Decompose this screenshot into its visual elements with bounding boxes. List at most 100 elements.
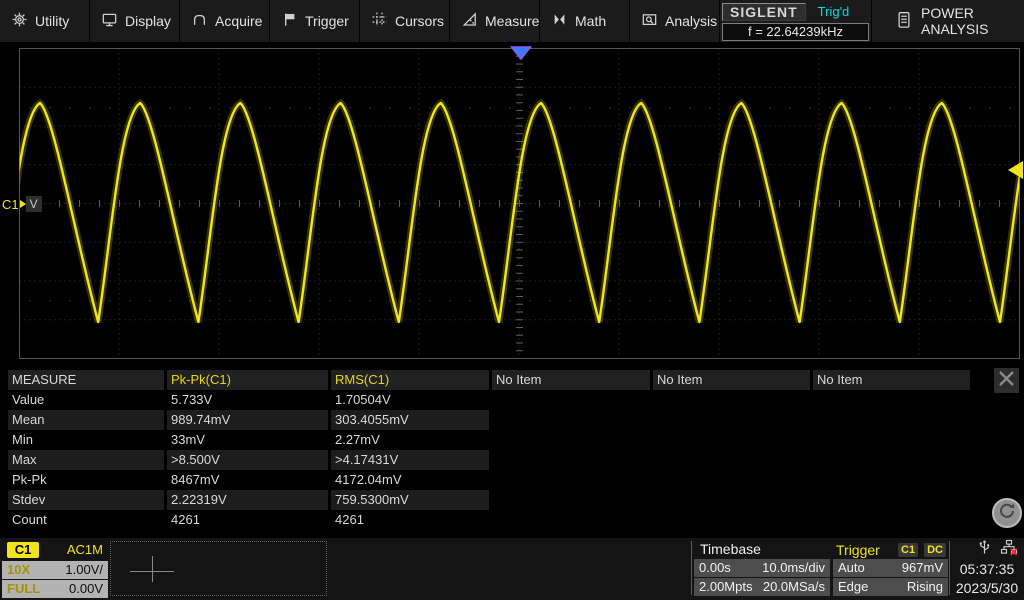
- grid-dot: [49, 300, 51, 302]
- trigger-descriptor[interactable]: Trigger C1 DC Auto 967mV Edge Rising: [833, 540, 948, 596]
- power-analysis-button[interactable]: POWER ANALYSIS: [872, 0, 1024, 42]
- bottom-bar: C1 AC1M 10X 1.00V/ FULL 0.00V Timebase 0…: [0, 538, 1024, 600]
- cell-value: 4172.04mV: [335, 472, 402, 487]
- grid-dot: [349, 107, 351, 109]
- menu-item-label: Display: [125, 13, 171, 29]
- cell-value: 759.5300mV: [331, 490, 489, 510]
- cell-value: 1.70504V: [335, 392, 391, 407]
- grid-dot: [449, 107, 451, 109]
- cursors-icon: [371, 11, 388, 31]
- measure-column-pkpk[interactable]: Pk-Pk(C1): [167, 370, 328, 390]
- refresh-icon: [997, 501, 1017, 526]
- menu-item-label: Measure: [485, 13, 540, 29]
- trigger-level-marker[interactable]: [1008, 161, 1023, 179]
- grid-dot: [909, 107, 911, 109]
- cell-value: 33mV: [171, 432, 205, 447]
- grid-dot: [409, 107, 411, 109]
- menu-item-math[interactable]: Math: [540, 0, 630, 42]
- grid-dot: [909, 300, 911, 302]
- grid-dot: [949, 300, 951, 302]
- grid-dot: [69, 107, 71, 109]
- channel-coupling: AC1M: [66, 542, 103, 557]
- measure-corner-label: MEASURE: [8, 370, 164, 390]
- grid-dot: [629, 300, 631, 302]
- measure-column-empty-2[interactable]: No Item: [653, 370, 810, 390]
- menu-item-trigger[interactable]: Trigger: [270, 0, 360, 42]
- grid-dot: [629, 107, 631, 109]
- grid-dot: [129, 107, 131, 109]
- flag-icon: [281, 11, 298, 31]
- row-label: Stdev: [8, 490, 164, 510]
- row-label: Count: [12, 512, 47, 527]
- grid-dot: [929, 300, 931, 302]
- trigger-position-marker[interactable]: [509, 46, 533, 61]
- reset-statistics-button[interactable]: [992, 498, 1022, 528]
- measure-close-button[interactable]: [994, 368, 1019, 393]
- table-row-count: Count 4261 4261: [8, 510, 970, 530]
- menu-item-utility[interactable]: Utility: [0, 0, 90, 42]
- grid-dot: [109, 300, 111, 302]
- menu-item-measure[interactable]: Measure: [450, 0, 540, 42]
- menu-item-acquire[interactable]: Acquire: [180, 0, 270, 42]
- grid-dot: [349, 300, 351, 302]
- grid-dot: [589, 107, 591, 109]
- grid-dot: [149, 300, 151, 302]
- add-channel-area[interactable]: [110, 541, 327, 596]
- volts-per-div: 1.00V/: [65, 562, 103, 577]
- grid-dot: [469, 300, 471, 302]
- channel-1-descriptor[interactable]: C1 AC1M 10X 1.00V/ FULL 0.00V: [2, 540, 108, 598]
- grid-dot: [989, 107, 991, 109]
- memory-depth: 2.00Mpts: [699, 579, 753, 594]
- document-icon: [896, 11, 912, 32]
- channel-marker-c1[interactable]: C1 V: [2, 194, 42, 214]
- grid-dot: [729, 107, 731, 109]
- channel-1-chip[interactable]: C1: [7, 541, 39, 558]
- grid-dot: [709, 300, 711, 302]
- channel-marker-label: C1: [2, 196, 19, 212]
- measure-column-empty-1[interactable]: No Item: [492, 370, 650, 390]
- grid-dot: [1009, 300, 1011, 302]
- siglent-logo: SIGLENT: [722, 2, 806, 21]
- trigger-mode: Auto: [838, 560, 865, 575]
- grid-dot: [829, 300, 831, 302]
- usb-icon: [977, 539, 992, 561]
- trigger-title: Trigger: [836, 541, 880, 558]
- grid-dot: [769, 107, 771, 109]
- menu-item-label: Acquire: [215, 13, 263, 29]
- timebase-delay: 0.00s: [699, 560, 731, 575]
- menu-item-display[interactable]: Display: [90, 0, 180, 42]
- trigger-source-chip: C1: [898, 542, 919, 557]
- grid-dot: [949, 107, 951, 109]
- grid-dot: [809, 107, 811, 109]
- grid-dot: [469, 107, 471, 109]
- row-label: Value: [12, 392, 45, 407]
- grid-dot: [429, 107, 431, 109]
- menu-item-cursors[interactable]: Cursors: [360, 0, 450, 42]
- waveform-display[interactable]: C1 V: [0, 42, 1024, 366]
- divider: [691, 541, 692, 595]
- grid-dot: [329, 300, 331, 302]
- grid-dot: [109, 107, 111, 109]
- gear-icon: [11, 11, 28, 31]
- measure-column-empty-3[interactable]: No Item: [813, 370, 970, 390]
- grid-dot: [29, 300, 31, 302]
- grid-dot: [709, 107, 711, 109]
- vertical-unit-label: V: [25, 196, 42, 212]
- grid-dot: [569, 107, 571, 109]
- frequency-readout: f = 22.64239kHz: [722, 23, 869, 41]
- measure-column-rms[interactable]: RMS(C1): [331, 370, 489, 390]
- grid-dot: [489, 107, 491, 109]
- grid-dot: [829, 107, 831, 109]
- grid-dot: [389, 107, 391, 109]
- probe-attenuation: 10X: [7, 562, 31, 577]
- cell-value: 2.22319V: [167, 490, 328, 510]
- channel-offset: 0.00V: [69, 581, 103, 596]
- grid-dot: [129, 300, 131, 302]
- timebase-descriptor[interactable]: Timebase 0.00s 10.0ms/div 2.00Mpts 20.0M…: [694, 540, 830, 596]
- menu-item-analysis[interactable]: Analysis: [630, 0, 720, 42]
- math-icon: [551, 11, 568, 31]
- system-time: 05:37:35: [959, 561, 1015, 577]
- grid-dot: [969, 107, 971, 109]
- grid-dot: [169, 300, 171, 302]
- menu-bar: Utility Display Acquire Trigger Cursors …: [0, 0, 1024, 42]
